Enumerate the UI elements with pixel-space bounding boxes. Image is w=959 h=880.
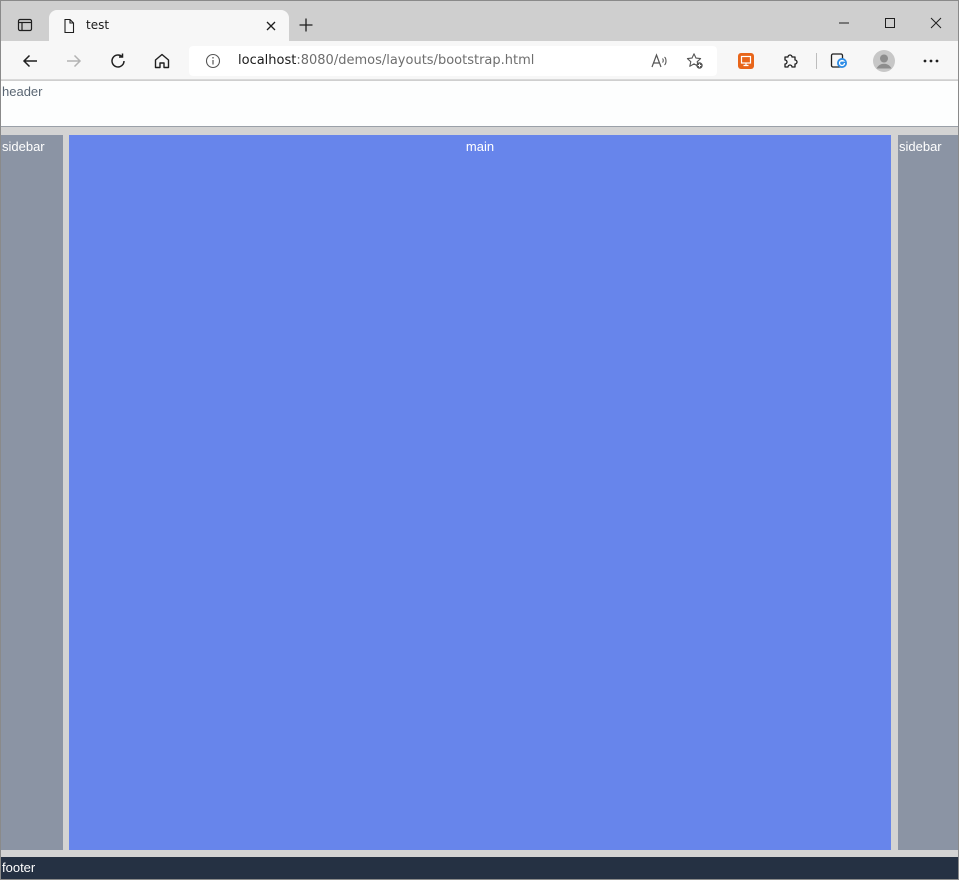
more-icon[interactable] [919, 49, 943, 73]
url-host: localhost [238, 53, 297, 68]
active-tab[interactable]: test [49, 10, 289, 43]
avatar-icon[interactable] [872, 49, 896, 73]
forward-arrow-icon[interactable] [62, 49, 86, 73]
collections-icon[interactable] [827, 49, 851, 73]
plus-icon[interactable] [295, 14, 317, 36]
info-icon[interactable] [205, 53, 221, 69]
url-text[interactable]: localhost:8080/demos/layouts/bootstrap.h… [238, 53, 534, 68]
page-icon [61, 18, 77, 34]
close-window-icon[interactable] [924, 11, 948, 35]
page-viewport: header sidebar main sidebar footer [1, 81, 958, 879]
monitor-icon[interactable] [734, 49, 758, 73]
close-icon[interactable] [263, 18, 279, 34]
right-sidebar: sidebar [898, 135, 958, 850]
maximize-icon[interactable] [878, 11, 902, 35]
main-content: main [69, 135, 891, 850]
url-path: :8080/demos/layouts/bootstrap.html [296, 53, 535, 68]
favorite-star-icon[interactable] [685, 51, 705, 71]
page-header: header [1, 81, 958, 127]
tab-strip: test [1, 1, 958, 43]
puzzle-icon[interactable] [778, 49, 802, 73]
browser-window: test localhost:8080/demos/layouts/bootst… [0, 0, 959, 880]
navigation-bar: localhost:8080/demos/layouts/bootstrap.h… [1, 41, 958, 80]
left-sidebar: sidebar [1, 135, 63, 850]
back-arrow-icon[interactable] [18, 49, 42, 73]
home-icon[interactable] [150, 49, 174, 73]
toolbar-separator [816, 53, 817, 69]
tab-actions-icon[interactable] [11, 13, 39, 37]
page-footer: footer [1, 857, 958, 879]
address-bar[interactable]: localhost:8080/demos/layouts/bootstrap.h… [189, 46, 717, 76]
tab-title: test [86, 18, 110, 32]
minimize-icon[interactable] [832, 11, 856, 35]
read-aloud-icon[interactable] [649, 51, 669, 71]
refresh-icon[interactable] [106, 49, 130, 73]
